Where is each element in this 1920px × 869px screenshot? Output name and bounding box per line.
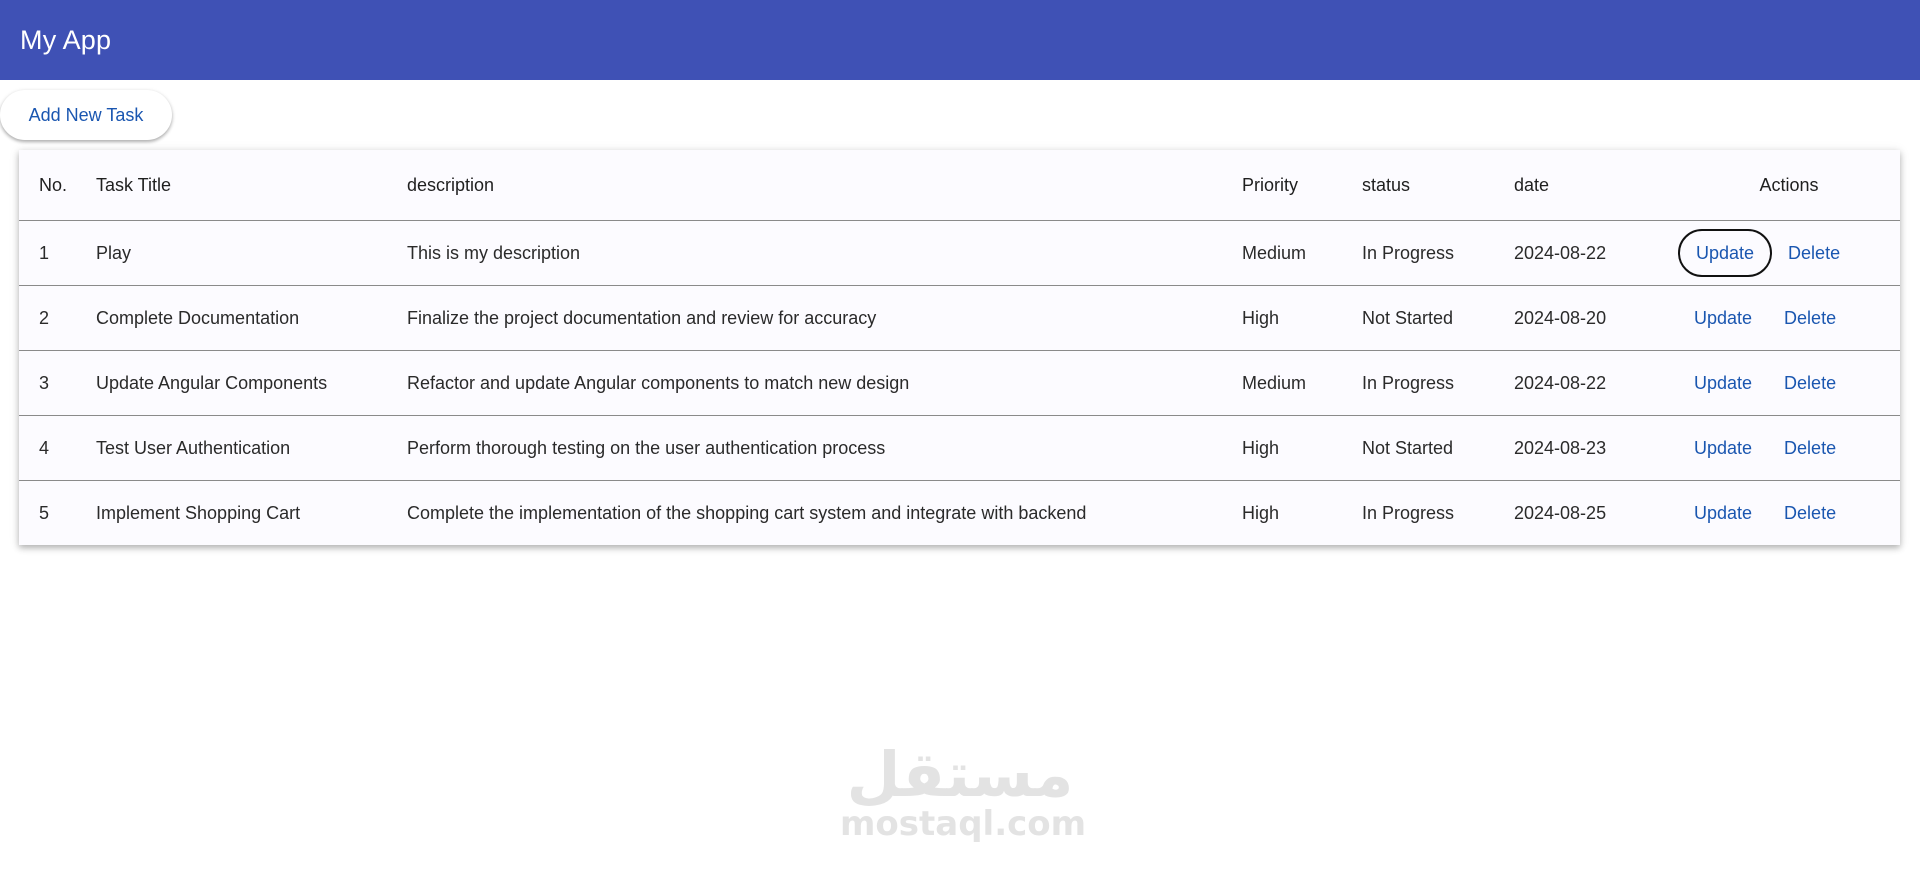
cell-status: In Progress (1362, 350, 1514, 416)
header-priority: Priority (1242, 150, 1362, 221)
app-bar: My App (0, 0, 1920, 80)
cell-task-title: Test User Authentication (96, 415, 407, 481)
delete-button[interactable]: Delete (1768, 294, 1852, 342)
cell-priority: High (1242, 285, 1362, 351)
row-actions: Update Delete (1678, 229, 1900, 277)
cell-description: Perform thorough testing on the user aut… (407, 415, 1242, 481)
cell-date: 2024-08-22 (1514, 220, 1678, 286)
watermark-arabic-text: مستقل (846, 738, 1074, 811)
cell-status: In Progress (1362, 220, 1514, 286)
cell-priority: Medium (1242, 220, 1362, 286)
update-button[interactable]: Update (1678, 424, 1768, 472)
header-no: No. (19, 150, 96, 221)
add-new-task-button[interactable]: Add New Task (0, 90, 172, 140)
cell-no: 1 (19, 220, 96, 286)
cell-description: Finalize the project documentation and r… (407, 285, 1242, 351)
cell-priority: Medium (1242, 350, 1362, 416)
cell-status: Not Started (1362, 415, 1514, 481)
delete-button[interactable]: Delete (1768, 424, 1852, 472)
row-actions: Update Delete (1678, 489, 1900, 537)
cell-no: 2 (19, 285, 96, 351)
table-row: 2 Complete Documentation Finalize the pr… (19, 285, 1900, 351)
update-button[interactable]: Update (1678, 359, 1768, 407)
cell-priority: High (1242, 502, 1280, 523)
cell-actions: Update Delete (1678, 220, 1900, 286)
watermark-latin-text: mostaql.com (840, 804, 1087, 844)
table-row: 4 Test User Authentication Perform thoro… (19, 415, 1900, 481)
tasks-table-card: No. Task Title description Priority stat… (19, 150, 1900, 545)
delete-button[interactable]: Delete (1772, 229, 1856, 277)
cell-no: 4 (19, 415, 96, 481)
watermark-logo: مستقل mostaql.com (840, 738, 1087, 844)
cell-date: 2024-08-23 (1514, 415, 1678, 481)
cell-date: 2024-08-25 (1514, 502, 1607, 523)
tasks-table: No. Task Title description Priority stat… (19, 150, 1900, 545)
row-actions: Update Delete (1678, 424, 1900, 472)
cell-actions: Update Delete (1678, 415, 1900, 481)
cell-description: Refactor and update Angular components t… (407, 350, 1242, 416)
header-date: date (1514, 150, 1678, 221)
table-row: 5 Implement Shopping Cart Complete the i… (19, 481, 1900, 546)
row-actions: Update Delete (1678, 294, 1900, 342)
header-task-title: Task Title (96, 150, 407, 221)
cell-no: 5 (39, 502, 50, 523)
cell-description: This is my description (407, 220, 1242, 286)
cell-task-title: Update Angular Components (96, 350, 407, 416)
update-button[interactable]: Update (1678, 229, 1773, 277)
cell-actions: Update Delete (1678, 285, 1900, 351)
cell-description: Complete the implementation of the shopp… (407, 502, 1087, 523)
update-button[interactable]: Update (1678, 294, 1768, 342)
header-description: description (407, 150, 1242, 221)
cell-task-title: Implement Shopping Cart (96, 502, 301, 523)
cell-actions: Update Delete (1678, 481, 1900, 546)
cell-status: Not Started (1362, 285, 1514, 351)
cell-task-title: Play (96, 220, 407, 286)
cell-no: 3 (19, 350, 96, 416)
cell-actions: Update Delete (1678, 350, 1900, 416)
header-actions: Actions (1678, 150, 1900, 221)
app-title: My App (20, 24, 112, 55)
header-status: status (1362, 150, 1514, 221)
delete-button[interactable]: Delete (1768, 489, 1852, 537)
cell-date: 2024-08-20 (1514, 285, 1678, 351)
table-row: 1 Play This is my description Medium In … (19, 220, 1900, 286)
cell-task-title: Complete Documentation (96, 285, 407, 351)
table-row: 3 Update Angular Components Refactor and… (19, 350, 1900, 416)
cell-date: 2024-08-22 (1514, 350, 1678, 416)
cell-status: In Progress (1362, 502, 1455, 523)
table-header-row: No. Task Title description Priority stat… (19, 150, 1900, 221)
delete-button[interactable]: Delete (1768, 359, 1852, 407)
row-actions: Update Delete (1678, 359, 1900, 407)
update-button[interactable]: Update (1678, 489, 1768, 537)
cell-priority: High (1242, 415, 1362, 481)
